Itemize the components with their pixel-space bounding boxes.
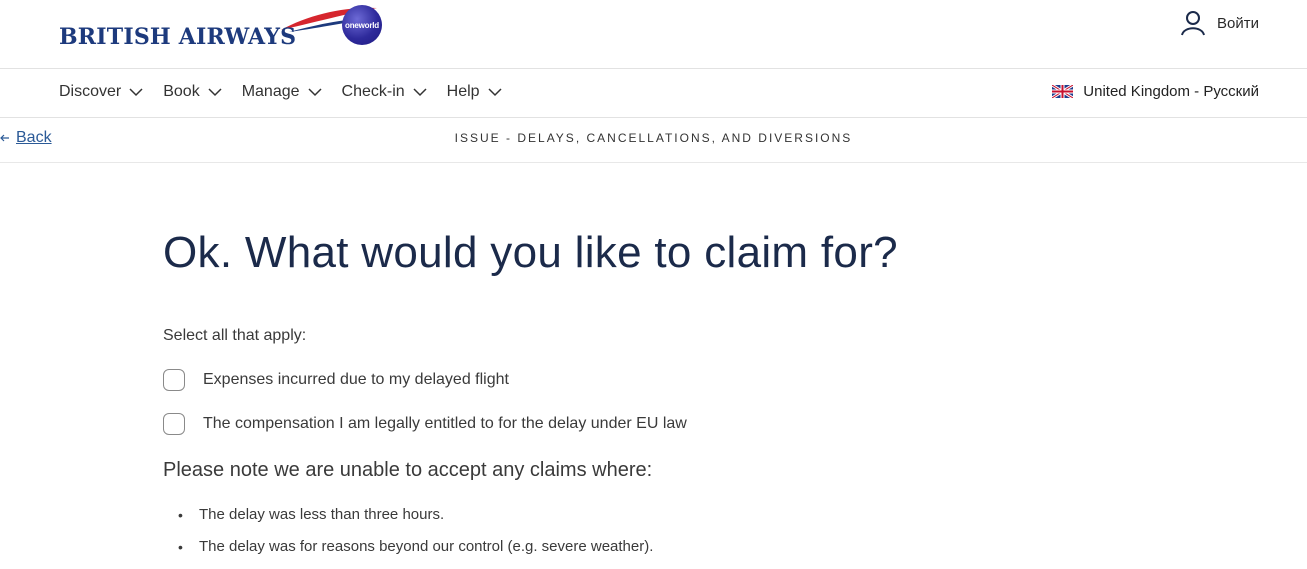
login-label: Войти	[1217, 14, 1259, 32]
site-header: BRITISH AIRWAYS oneworld Войти	[0, 0, 1307, 69]
brand-name: BRITISH AIRWAYS	[59, 24, 297, 50]
exclusion-list: • The delay was less than three hours. •…	[178, 505, 653, 569]
bullet-icon: •	[178, 539, 183, 555]
uk-flag-icon	[1052, 85, 1074, 98]
bullet-icon: •	[178, 507, 183, 523]
locale-selector[interactable]: United Kingdom - Русский	[1052, 83, 1259, 100]
nav-item-label: Manage	[241, 83, 300, 100]
claims-note: Please note we are unable to accept any …	[163, 459, 653, 481]
nav-item-label: Check-in	[341, 83, 405, 100]
user-icon	[1181, 11, 1205, 36]
login-button[interactable]: Войти	[1181, 10, 1259, 36]
option-label: The compensation I am legally entitled t…	[203, 415, 687, 432]
list-item-text: The delay was for reasons beyond our con…	[199, 538, 654, 555]
option-expenses[interactable]: Expenses incurred due to my delayed flig…	[163, 369, 509, 391]
chevron-down-icon	[308, 87, 322, 96]
nav-item-label: Book	[163, 83, 200, 100]
checkbox[interactable]	[163, 413, 185, 435]
checkbox[interactable]	[163, 369, 185, 391]
chevron-down-icon	[129, 87, 143, 96]
issue-bar: Back ISSUE - DELAYS, CANCELLATIONS, AND …	[0, 118, 1307, 163]
list-item: • The delay was for reasons beyond our c…	[178, 537, 653, 569]
chevron-down-icon	[208, 87, 222, 96]
page-title: Ok. What would you like to claim for?	[163, 228, 898, 277]
nav-item-help[interactable]: Help	[447, 83, 502, 101]
issue-title: ISSUE - DELAYS, CANCELLATIONS, AND DIVER…	[454, 131, 853, 145]
nav-item-discover[interactable]: Discover	[59, 83, 143, 101]
option-label: Expenses incurred due to my delayed flig…	[203, 371, 509, 388]
nav-item-check-in[interactable]: Check-in	[342, 83, 427, 101]
option-eu-compensation[interactable]: The compensation I am legally entitled t…	[163, 413, 687, 435]
nav-menu: Discover Book Manage Check-in Help	[59, 83, 522, 101]
chevron-down-icon	[413, 87, 427, 96]
list-item: • The delay was less than three hours.	[178, 505, 653, 537]
list-item-text: The delay was less than three hours.	[199, 506, 445, 523]
nav-item-label: Help	[446, 83, 480, 100]
nav-item-book[interactable]: Book	[163, 83, 222, 101]
locale-label: United Kingdom - Русский	[1083, 83, 1259, 100]
main-nav: Discover Book Manage Check-in Help Unite…	[0, 69, 1307, 118]
instruction-text: Select all that apply:	[163, 327, 307, 344]
british-airways-logo[interactable]: BRITISH AIRWAYS	[59, 4, 377, 54]
oneworld-logo[interactable]: oneworld	[342, 5, 382, 45]
chevron-down-icon	[488, 87, 502, 96]
oneworld-label: oneworld	[345, 20, 379, 30]
nav-item-label: Discover	[59, 83, 122, 100]
nav-item-manage[interactable]: Manage	[242, 83, 322, 101]
